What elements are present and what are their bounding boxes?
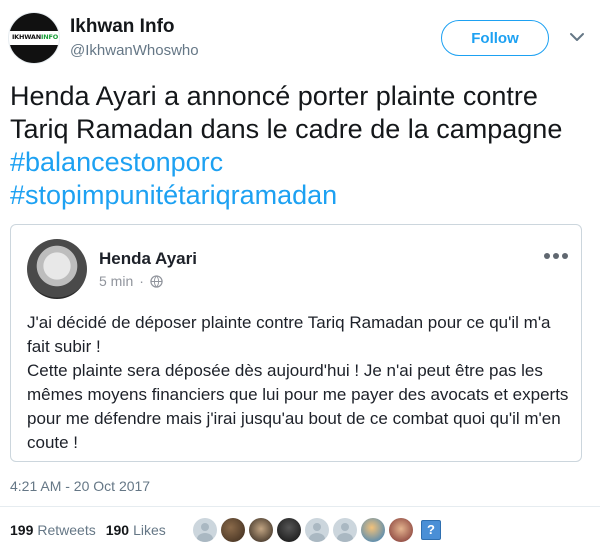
tweet-stats: 199 Retweets 190 Likes — [10, 522, 166, 538]
author-handle[interactable]: @IkhwanWhoswho — [70, 42, 199, 59]
author-avatar[interactable]: IKHWANINFO — [8, 12, 60, 64]
embedded-facebook-post[interactable]: Henda Ayari 5 min · J'ai décidé de dépos… — [10, 224, 582, 462]
hashtag-link-stopimpunite[interactable]: #stopimpunitétariqramadan — [10, 180, 337, 210]
globe-icon — [150, 274, 163, 288]
tweet-body-text: Henda Ayari a annoncé porter plainte con… — [10, 81, 563, 144]
liker-avatar[interactable] — [305, 518, 329, 542]
post-paragraph: J'ai décidé de déposer plainte contre Ta… — [27, 313, 551, 356]
more-options-icon[interactable] — [543, 251, 569, 261]
liker-avatar[interactable] — [193, 518, 217, 542]
liker-avatar[interactable] — [333, 518, 357, 542]
likers-avatars: ? — [193, 518, 441, 542]
meta-separator: · — [139, 273, 144, 289]
liker-avatar[interactable] — [389, 518, 413, 542]
author-name[interactable]: Ikhwan Info — [70, 16, 175, 38]
liker-avatar[interactable] — [221, 518, 245, 542]
liker-avatar[interactable] — [277, 518, 301, 542]
likes-stat[interactable]: 190 Likes — [106, 522, 166, 538]
post-time[interactable]: 5 min — [99, 273, 133, 289]
liker-avatar-placeholder[interactable]: ? — [421, 520, 441, 540]
hashtag-link-balancestonporc[interactable]: #balancestonporc — [10, 147, 223, 177]
liker-avatar[interactable] — [249, 518, 273, 542]
avatar-logo-text: IKHWANINFO — [11, 33, 59, 41]
liker-avatar[interactable] — [361, 518, 385, 542]
post-body: J'ai décidé de déposer plainte contre Ta… — [27, 311, 573, 455]
tweet-timestamp[interactable]: 4:21 AM - 20 Oct 2017 — [10, 478, 150, 494]
tweet-text: Henda Ayari a annoncé porter plainte con… — [10, 80, 590, 212]
chevron-down-icon[interactable] — [568, 28, 586, 46]
post-author-avatar[interactable] — [27, 239, 87, 299]
divider — [0, 506, 600, 507]
tweet-header: IKHWANINFO Ikhwan Info @IkhwanWhoswho Fo… — [8, 12, 592, 68]
follow-button[interactable]: Follow — [441, 20, 549, 56]
post-meta: 5 min · — [99, 273, 163, 289]
retweets-stat[interactable]: 199 Retweets — [10, 522, 96, 538]
post-paragraph: Cette plainte sera déposée dès aujourd'h… — [27, 361, 569, 452]
post-author-name[interactable]: Henda Ayari — [99, 249, 197, 269]
